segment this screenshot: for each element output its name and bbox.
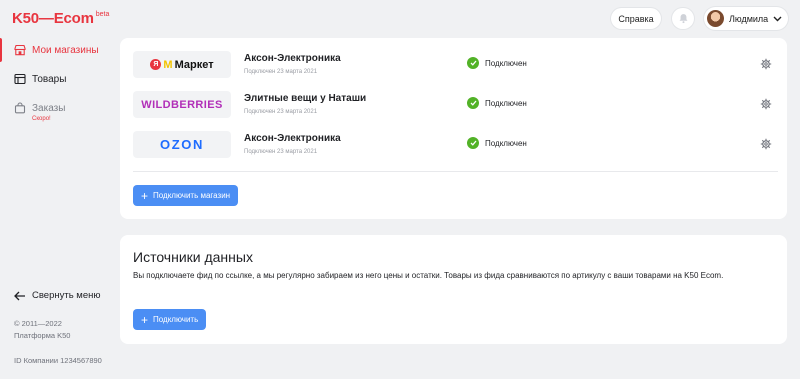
status-badge: Подключен xyxy=(467,97,527,109)
user-menu-button[interactable]: Людмила xyxy=(704,7,788,30)
section-title: Источники данных xyxy=(133,249,253,265)
sidebar-item-label: Заказы xyxy=(32,102,66,114)
beta-label: beta xyxy=(95,11,110,18)
collapse-menu-label: Свернуть меню xyxy=(32,290,101,301)
sidebar-item-orders[interactable]: Заказы xyxy=(0,96,118,120)
marketplace-name: OZON xyxy=(160,137,204,152)
avatar xyxy=(707,10,724,27)
sidebar-item-label: Мои магазины xyxy=(32,44,99,56)
marketplace-logo: OZON xyxy=(133,131,231,158)
section-description: Вы подключаете фид по ссылке, а мы регул… xyxy=(133,271,724,280)
connect-store-label: Подключить магазин xyxy=(153,191,231,200)
connect-source-label: Подключить xyxy=(153,315,199,324)
check-icon xyxy=(467,97,479,109)
store-row: ЯM Маркет Аксон-Электроника Подключен 23… xyxy=(133,51,778,81)
gear-icon[interactable] xyxy=(760,58,772,70)
store-name[interactable]: Элитные вещи у Наташи xyxy=(244,93,366,104)
data-sources-card: Источники данных Вы подключаете фид по с… xyxy=(120,235,787,344)
marketplace-name: WILDBERRIES xyxy=(141,98,223,111)
notifications-button[interactable] xyxy=(672,8,694,29)
status-label: Подключен xyxy=(485,58,527,68)
chevron-down-icon xyxy=(773,16,782,21)
bag-icon xyxy=(14,102,26,114)
collapse-menu-button[interactable]: Свернуть меню xyxy=(14,290,101,301)
app-logo[interactable]: K50—Ecom beta xyxy=(12,10,109,28)
check-icon xyxy=(467,137,479,149)
user-name: Людмила xyxy=(729,13,769,24)
sidebar-item-label: Товары xyxy=(32,73,67,85)
status-badge: Подключен xyxy=(467,57,527,69)
arrow-left-icon xyxy=(14,291,25,300)
plus-icon: + xyxy=(141,188,149,203)
store-date: Подключен 23 марта 2021 xyxy=(244,109,318,115)
copyright: © 2011—2022 xyxy=(14,319,62,328)
connect-store-button[interactable]: + Подключить магазин xyxy=(133,185,239,206)
store-name[interactable]: Аксон-Электроника xyxy=(244,53,341,64)
status-badge: Подключен xyxy=(467,137,527,149)
company-id: ID Компании 1234567890 xyxy=(14,356,102,365)
stores-card: ЯM Маркет Аксон-Электроника Подключен 23… xyxy=(120,38,787,219)
connect-source-button[interactable]: + Подключить xyxy=(133,309,207,330)
marketplace-logo: WILDBERRIES xyxy=(133,91,231,118)
sidebar-item-products[interactable]: Товары xyxy=(0,67,118,91)
store-date: Подключен 23 марта 2021 xyxy=(244,69,318,75)
status-label: Подключен xyxy=(485,98,527,108)
store-name[interactable]: Аксон-Электроника xyxy=(244,133,341,144)
check-icon xyxy=(467,57,479,69)
store-row: OZON Аксон-Электроника Подключен 23 март… xyxy=(133,131,778,161)
bell-icon xyxy=(679,14,687,24)
sidebar-item-stores[interactable]: Мои магазины xyxy=(0,38,118,62)
soon-badge: Скоро! xyxy=(32,116,51,122)
status-label: Подключен xyxy=(485,138,527,148)
marketplace-logo: ЯM Маркет xyxy=(133,51,231,78)
store-date: Подключен 23 марта 2021 xyxy=(244,149,318,155)
gear-icon[interactable] xyxy=(760,98,772,110)
store-icon xyxy=(14,44,26,56)
plus-icon: + xyxy=(141,312,149,327)
store-row: WILDBERRIES Элитные вещи у Наташи Подклю… xyxy=(133,91,778,121)
marketplace-name: Маркет xyxy=(174,58,214,71)
logo-text: K50—Ecom xyxy=(12,10,94,27)
list-icon xyxy=(14,73,26,85)
help-button[interactable]: Справка xyxy=(611,8,661,29)
divider xyxy=(133,171,778,172)
gear-icon[interactable] xyxy=(760,138,772,150)
platform-label: Платформа K50 xyxy=(14,331,71,340)
